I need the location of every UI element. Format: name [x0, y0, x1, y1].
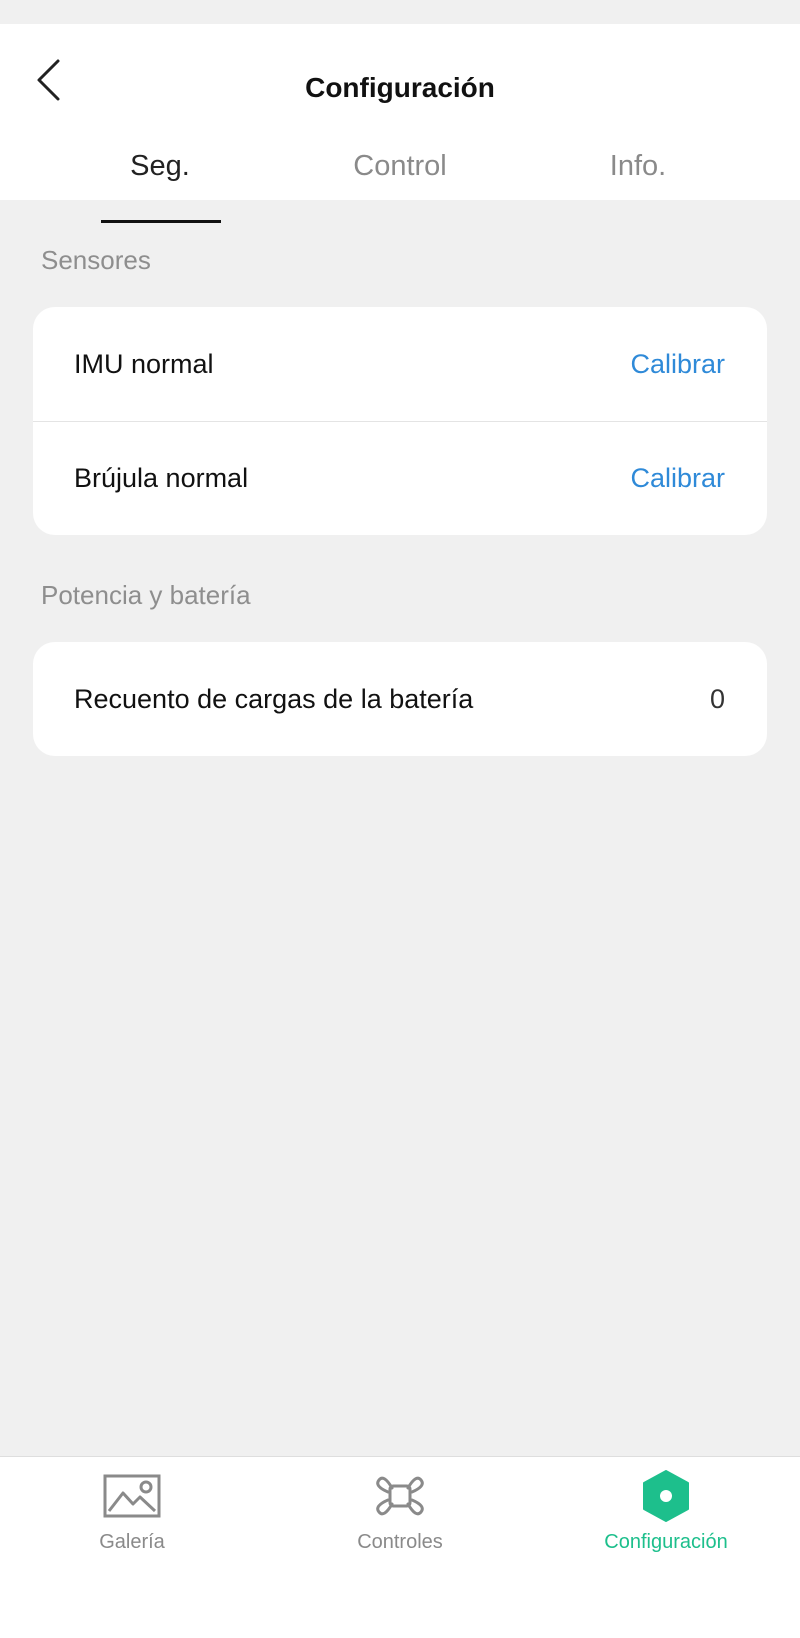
status-bar-strip: [0, 0, 800, 24]
nav-item-controls[interactable]: Controles: [300, 1471, 500, 1561]
active-tab-indicator: [101, 220, 221, 223]
row-label: Brújula normal: [74, 463, 249, 493]
power-card: Recuento de cargas de la batería 0: [33, 642, 767, 756]
list-item-imu: IMU normal Calibrar: [33, 307, 767, 421]
nav-label: Configuración: [604, 1531, 728, 1553]
sensors-card: IMU normal Calibrar Brújula normal Calib…: [33, 307, 767, 535]
tab-seg[interactable]: Seg.: [40, 152, 280, 181]
header: Configuración Seg. Control Info.: [0, 24, 800, 223]
row-label: IMU normal: [74, 348, 214, 379]
page-title: Configuración: [305, 72, 495, 103]
calibrate-imu-button[interactable]: Calibrar: [630, 349, 725, 380]
calibrate-compass-button[interactable]: Calibrar: [630, 463, 725, 494]
nav-label: Galería: [99, 1531, 165, 1553]
gallery-icon: [102, 1471, 162, 1521]
tab-info[interactable]: Info.: [518, 152, 758, 181]
list-item-battery-cycles: Recuento de cargas de la batería 0: [33, 642, 767, 756]
settings-hexagon-icon: [636, 1470, 696, 1522]
section-label-sensores: Sensores: [41, 245, 151, 275]
drone-icon: [370, 1471, 430, 1521]
section-label-power: Potencia y batería: [41, 580, 251, 610]
tab-bar: Seg. Control Info.: [0, 152, 800, 224]
tab-control[interactable]: Control: [280, 152, 520, 181]
nav-item-gallery[interactable]: Galería: [32, 1471, 232, 1561]
row-label: Recuento de cargas de la batería: [74, 683, 474, 714]
nav-item-settings[interactable]: Configuración: [566, 1470, 766, 1561]
battery-cycle-count: 0: [709, 683, 725, 714]
bottom-nav: Galería Controles Configuración: [0, 1456, 800, 1638]
list-item-compass: Brújula normal Calibrar: [33, 421, 767, 535]
nav-label: Controles: [357, 1531, 443, 1553]
